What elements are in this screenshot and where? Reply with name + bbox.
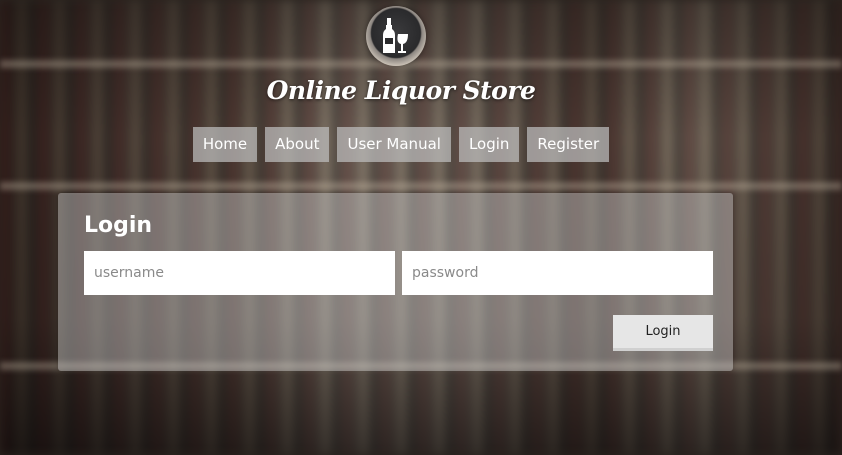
logo[interactable]: [366, 6, 426, 66]
nav-item-login[interactable]: Login: [458, 127, 520, 162]
login-panel: Login Login: [58, 193, 733, 371]
login-button[interactable]: Login: [613, 315, 713, 351]
site-title: Online Liquor Store: [266, 76, 536, 105]
page: Online Liquor Store Home About User Manu…: [0, 0, 842, 455]
username-input[interactable]: [84, 251, 395, 295]
nav-item-home[interactable]: Home: [192, 127, 258, 162]
wine-bottle-glass-icon: [383, 18, 408, 53]
nav-item-user-manual[interactable]: User Manual: [337, 127, 451, 162]
nav-item-register[interactable]: Register: [527, 127, 610, 162]
login-title: Login: [84, 213, 153, 238]
password-input[interactable]: [402, 251, 713, 295]
nav-item-about[interactable]: About: [265, 127, 330, 162]
main-nav: Home About User Manual Login Register: [0, 127, 802, 162]
background-shelf: [0, 182, 842, 190]
background-shelf: [0, 60, 842, 68]
